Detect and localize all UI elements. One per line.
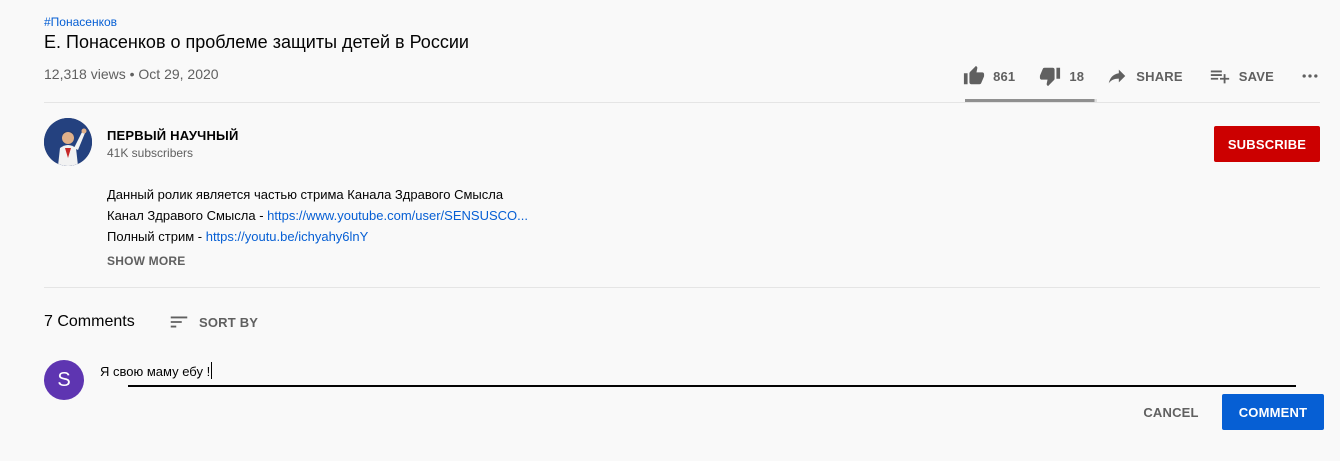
video-actions-bar: 861 18 SHARE SAVE — [963, 64, 1320, 88]
thumb-up-icon — [963, 65, 985, 85]
video-info-page: #Понасенков Е. Понасенков о проблеме защ… — [0, 0, 1340, 461]
save-button[interactable]: SAVE — [1209, 65, 1274, 87]
like-button[interactable]: 861 — [963, 65, 1015, 87]
dislike-count: 18 — [1069, 68, 1085, 84]
show-more-button[interactable]: SHOW MORE — [107, 254, 185, 268]
comments-count: 7 Comments — [44, 313, 135, 330]
playlist-add-icon — [1210, 70, 1229, 84]
share-arrow-icon — [1108, 69, 1126, 84]
save-label: SAVE — [1238, 68, 1274, 84]
more-horizontal-icon — [1302, 74, 1318, 78]
stream-link[interactable]: https://youtu.be/ichyahy6lnY — [206, 229, 369, 244]
share-button[interactable]: SHARE — [1106, 65, 1183, 87]
description-line: Полный стрим - https://youtu.be/ichyahy6… — [107, 226, 528, 247]
video-title: Е. Понасенков о проблеме защиты детей в … — [44, 32, 469, 52]
divider — [44, 102, 1320, 103]
subscribe-button[interactable]: SUBSCRIBE — [1214, 126, 1320, 162]
user-avatar: S — [44, 360, 84, 400]
channel-link[interactable]: https://www.youtube.com/user/SENSUSCO... — [267, 208, 528, 223]
channel-avatar-image — [44, 118, 92, 166]
description-line: Канал Здравого Смысла - https://www.yout… — [107, 205, 528, 226]
description-text: Полный стрим - — [107, 229, 206, 244]
subscriber-count: 41K subscribers — [107, 146, 194, 160]
dislike-button[interactable]: 18 — [1039, 65, 1084, 87]
more-actions-button[interactable] — [1300, 66, 1320, 86]
channel-name[interactable]: ПЕРВЫЙ НАУЧНЫЙ — [107, 128, 239, 143]
description-text: Канал Здравого Смысла - — [107, 208, 268, 223]
share-label: SHARE — [1136, 68, 1183, 84]
thumb-down-icon — [1040, 67, 1061, 87]
divider — [44, 287, 1320, 288]
view-count-date: 12,318 views • Oct 29, 2020 — [44, 66, 219, 82]
sort-by-label: SORT BY — [199, 314, 259, 330]
description-line: Данный ролик является частью стрима Кана… — [107, 187, 504, 202]
comment-input[interactable] — [100, 360, 1296, 382]
like-count: 861 — [993, 68, 1016, 84]
hashtag-link[interactable]: #Понасенков — [44, 15, 117, 29]
sort-lines-icon — [170, 316, 188, 328]
comment-input-underline — [128, 385, 1296, 387]
video-description: Данный ролик является частью стрима Кана… — [107, 184, 528, 247]
sort-by-button[interactable]: SORT BY — [168, 311, 258, 333]
comment-submit-button[interactable]: COMMENT — [1222, 394, 1324, 430]
cancel-button[interactable]: CANCEL — [1126, 394, 1216, 430]
text-caret — [211, 362, 213, 379]
channel-avatar[interactable] — [44, 118, 92, 166]
